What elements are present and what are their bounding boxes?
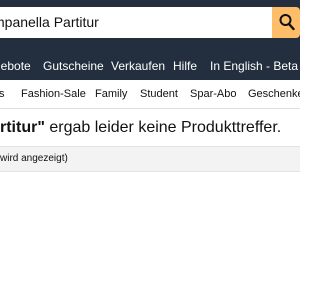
search-query-text: mpanella Partitur	[0, 14, 99, 30]
nav-item-verkaufen[interactable]: Verkaufen	[111, 59, 165, 73]
hint-bar: wird angezeigt)	[0, 146, 300, 172]
subnav-item-student[interactable]: Student	[140, 88, 178, 101]
search-input[interactable]: mpanella Partitur	[0, 7, 272, 38]
search-icon	[279, 14, 295, 31]
nav-item-hilfe[interactable]: Hilfe	[173, 59, 197, 73]
hint-text: wird angezeigt)	[0, 153, 68, 164]
subnav-item-fashion-sale[interactable]: Fashion-Sale	[21, 88, 86, 101]
nav-item-gutscheine[interactable]: Gutscheine	[43, 59, 104, 73]
subnav-item-partial[interactable]: s	[0, 88, 5, 101]
nav-item-english[interactable]: In English - Beta	[210, 59, 298, 73]
nav-item-angebote[interactable]: gebote	[0, 59, 31, 73]
category-nav: s Fashion-Sale Family Student Spar-Abo G…	[0, 80, 300, 109]
search-button[interactable]	[272, 7, 300, 38]
main-nav: gebote Gutscheine Verkaufen Hilfe In Eng…	[0, 47, 300, 80]
subnav-item-geschenke[interactable]: Geschenke	[248, 88, 300, 101]
subnav-item-spar-abo[interactable]: Spar-Abo	[190, 88, 236, 101]
header-bar: mpanella Partitur	[0, 0, 300, 47]
no-results-message: rtitur" ergab leider keine Produkttreffe…	[0, 117, 300, 139]
query-fragment: rtitur"	[0, 119, 45, 136]
no-results-text: ergab leider keine Produkttreffer.	[44, 119, 282, 136]
subnav-item-family[interactable]: Family	[95, 88, 127, 101]
